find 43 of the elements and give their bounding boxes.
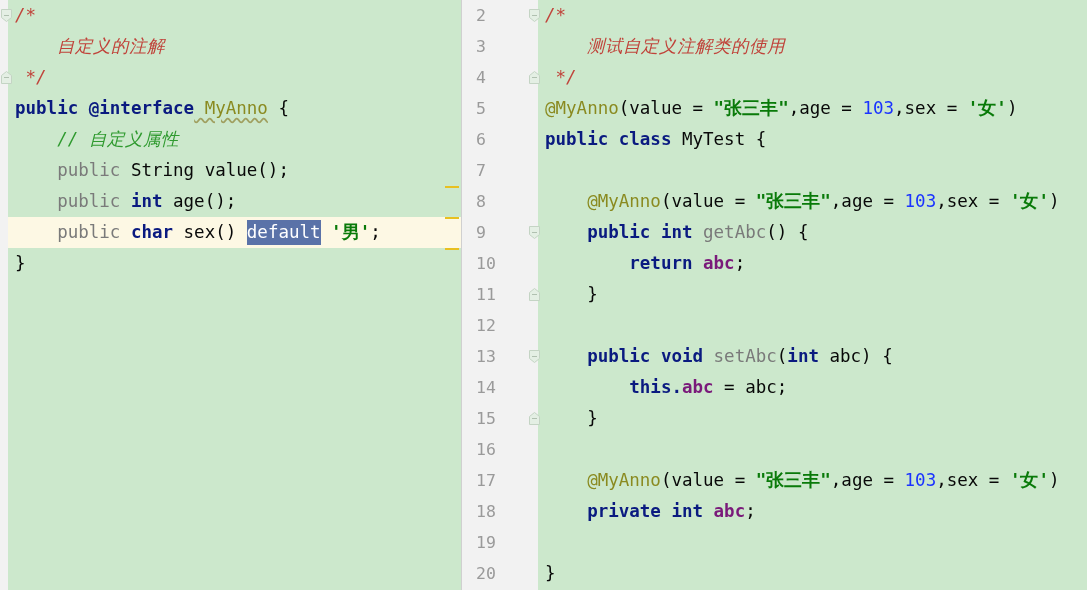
line-number: 18 — [475, 502, 496, 521]
line-number: 8 — [475, 192, 486, 211]
line-number: 4 — [475, 68, 486, 87]
code-line: @MyAnno(value = "张三丰",age = 103,sex = '女') — [586, 469, 1060, 492]
code-line: } — [545, 562, 556, 585]
line-number: 15 — [475, 409, 496, 428]
code-line: @MyAnno(value = "张三丰",age = 103,sex = '女') — [545, 97, 1018, 120]
line-number: 11 — [475, 285, 496, 304]
line-number: 3 — [475, 37, 486, 56]
code-line: public int getAbc() { — [586, 221, 809, 244]
line-number: 12 — [475, 316, 496, 335]
code-line: */ — [554, 66, 577, 89]
line-number: 20 — [475, 564, 496, 583]
code-line: private int abc; — [586, 500, 756, 523]
code-line: } — [586, 407, 598, 430]
code-line: public @interface MyAnno { — [15, 97, 289, 120]
code-line: @MyAnno(value = "张三丰",age = 103,sex = '女') — [586, 190, 1060, 213]
code-line: } — [586, 283, 598, 306]
code-line: public void setAbc(int abc) { — [586, 345, 893, 368]
code-line: this.abc = abc; — [628, 376, 788, 399]
line-number: 13 — [475, 347, 496, 366]
code-line: 自定义的注解 — [56, 35, 166, 58]
line-number: 9 — [475, 223, 486, 242]
code-line: public class MyTest { — [545, 128, 767, 151]
line-number: 16 — [475, 440, 496, 459]
code-line: /* — [15, 4, 37, 27]
code-line: return abc; — [628, 252, 746, 275]
code-line: public int age(); — [56, 190, 237, 213]
line-number: 10 — [475, 254, 496, 273]
code-line: } — [15, 252, 26, 275]
code-line: */ — [24, 66, 47, 89]
code-line: public String value(); — [56, 159, 289, 182]
line-number: 17 — [475, 471, 496, 490]
line-number: 7 — [475, 161, 486, 180]
line-number: 6 — [475, 130, 486, 149]
line-number: 14 — [475, 378, 496, 397]
code-line: // 自定义属性 — [56, 128, 179, 151]
code-line: /* — [545, 4, 567, 27]
code-line: public char sex() default '男'; — [15, 217, 381, 248]
line-number: 2 — [475, 6, 486, 25]
line-number: 5 — [475, 99, 486, 118]
line-number: 19 — [475, 533, 496, 552]
code-line: 测试自定义注解类的使用 — [586, 35, 786, 58]
